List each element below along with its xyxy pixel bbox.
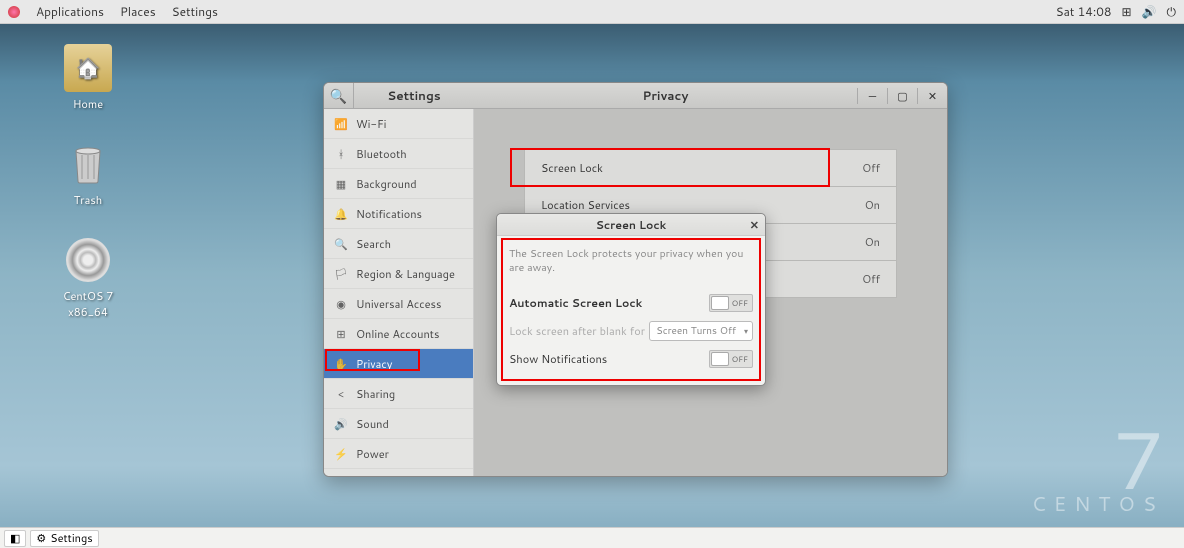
clock[interactable]: Sat 14:08 xyxy=(1056,3,1112,20)
sidebar-item-wifi[interactable]: 📶 Wi-Fi xyxy=(324,109,473,139)
blank-label: Lock screen after blank for xyxy=(509,323,649,339)
sound-icon: 🔊 xyxy=(334,416,348,432)
menu-places[interactable]: Places xyxy=(120,3,156,20)
sidebar-item-label: Universal Access xyxy=(356,296,441,312)
distro-logo-icon xyxy=(8,6,20,18)
centos-watermark: 7 CENTOS xyxy=(1032,426,1164,518)
sidebar-item-label: Sharing xyxy=(356,386,395,402)
desktop-icon-label: Home xyxy=(48,96,128,112)
sidebar-item-label: Network xyxy=(356,476,401,477)
trash-icon xyxy=(64,140,112,188)
dialog-close-button[interactable]: ✕ xyxy=(750,217,759,233)
bottom-taskbar: ◧ ⚙ Settings xyxy=(0,527,1184,548)
notifications-label: Show Notifications xyxy=(509,351,709,367)
menu-settings[interactable]: Settings xyxy=(172,3,218,20)
bluetooth-icon: ᚼ xyxy=(334,146,348,162)
taskbar-show-desktop[interactable]: ◧ xyxy=(4,530,26,547)
search-icon: 🔍 xyxy=(334,236,348,252)
region-language-icon: 🏳 xyxy=(334,266,348,282)
window-close-button[interactable]: ✕ xyxy=(917,88,947,104)
cd-icon xyxy=(64,236,112,284)
sidebar-item-region-language[interactable]: 🏳 Region & Language xyxy=(324,259,473,289)
panel-row-value: On xyxy=(865,197,880,213)
sidebar-item-label: Online Accounts xyxy=(356,326,439,342)
power-icon: ⚡ xyxy=(334,446,348,462)
power-tray-icon[interactable]: ⏻ xyxy=(1167,3,1177,20)
gear-icon: ⚙ xyxy=(36,530,46,546)
top-menu-bar: Applications Places Settings Sat 14:08 ⊞… xyxy=(0,0,1184,24)
sidebar-item-label: Power xyxy=(356,446,389,462)
back-button[interactable]: 🔍 xyxy=(324,83,354,108)
settings-sidebar: 📶 Wi-Fi ᚼ Bluetooth ▦ Background 🔔 Notification… xyxy=(324,109,474,476)
online-accounts-icon: ⊞ xyxy=(334,326,348,342)
panel-title: Privacy xyxy=(474,87,857,104)
sharing-icon: < xyxy=(334,386,348,402)
network-tray-icon[interactable]: ⊞ xyxy=(1121,3,1131,20)
sidebar-item-power[interactable]: ⚡ Power xyxy=(324,439,473,469)
panel-row-label: Screen Lock xyxy=(541,160,862,176)
sidebar-item-label: Background xyxy=(356,176,417,192)
taskbar-app-settings[interactable]: ⚙ Settings xyxy=(30,530,98,547)
auto-lock-toggle[interactable]: OFF xyxy=(709,294,753,312)
sidebar-item-label: Notifications xyxy=(356,206,422,222)
sidebar-title: Settings xyxy=(354,87,474,104)
volume-tray-icon[interactable]: 🔊 xyxy=(1142,3,1157,20)
dialog-description: The Screen Lock protects your privacy wh… xyxy=(509,248,753,275)
sidebar-item-privacy[interactable]: ✋ Privacy xyxy=(324,349,473,379)
menu-applications[interactable]: Applications xyxy=(36,3,104,20)
sidebar-item-label: Sound xyxy=(356,416,389,432)
dialog-row-blank: Lock screen after blank for Screen Turns… xyxy=(509,317,753,345)
wifi-icon: 📶 xyxy=(334,116,348,132)
panel-row-value: Off xyxy=(862,271,880,287)
window-minimize-button[interactable]: — xyxy=(857,88,887,104)
sidebar-item-label: Bluetooth xyxy=(356,146,407,162)
desktop-icon-trash[interactable]: Trash xyxy=(48,140,128,208)
dialog-header: Screen Lock ✕ xyxy=(497,214,765,236)
panel-row[interactable]: Screen LockOff xyxy=(524,149,897,187)
folder-icon xyxy=(64,44,112,92)
dialog-title: Screen Lock xyxy=(596,217,667,233)
network-icon: ⊕ xyxy=(334,476,348,477)
screen-lock-dialog: Screen Lock ✕ The Screen Lock protects y… xyxy=(496,213,766,386)
background-icon: ▦ xyxy=(334,176,348,192)
notifications-toggle[interactable]: OFF xyxy=(709,350,753,368)
notifications-icon: 🔔 xyxy=(334,206,348,222)
desktop-icon-label: Trash xyxy=(48,192,128,208)
sidebar-item-bluetooth[interactable]: ᚼ Bluetooth xyxy=(324,139,473,169)
desktop-icon-home[interactable]: Home xyxy=(48,44,128,112)
desktop-icon-cd[interactable]: CentOS 7 x86_64 xyxy=(48,236,128,320)
sidebar-item-online-accounts[interactable]: ⊞ Online Accounts xyxy=(324,319,473,349)
sidebar-item-universal-access[interactable]: ◉ Universal Access xyxy=(324,289,473,319)
sidebar-item-label: Privacy xyxy=(356,356,392,372)
sidebar-item-search[interactable]: 🔍 Search xyxy=(324,229,473,259)
sidebar-item-label: Region & Language xyxy=(356,266,455,282)
privacy-icon: ✋ xyxy=(334,356,348,372)
desktop-icon-label: CentOS 7 x86_64 xyxy=(48,288,128,320)
sidebar-item-label: Wi-Fi xyxy=(356,116,386,132)
sidebar-item-sound[interactable]: 🔊 Sound xyxy=(324,409,473,439)
dialog-row-notifications: Show Notifications OFF xyxy=(509,345,753,373)
dialog-row-auto-lock: Automatic Screen Lock OFF xyxy=(509,289,753,317)
auto-lock-label: Automatic Screen Lock xyxy=(509,295,709,311)
panel-row-value: Off xyxy=(862,160,880,176)
sidebar-item-background[interactable]: ▦ Background xyxy=(324,169,473,199)
window-header: 🔍 Settings Privacy — ▢ ✕ xyxy=(324,83,947,109)
panel-row-value: On xyxy=(865,234,880,250)
blank-dropdown[interactable]: Screen Turns Off xyxy=(649,321,753,341)
sidebar-item-network[interactable]: ⊕ Network xyxy=(324,469,473,476)
window-maximize-button[interactable]: ▢ xyxy=(887,88,917,104)
panel-row-label: Location Services xyxy=(541,197,865,213)
sidebar-item-label: Search xyxy=(356,236,391,252)
sidebar-item-sharing[interactable]: < Sharing xyxy=(324,379,473,409)
sidebar-item-notifications[interactable]: 🔔 Notifications xyxy=(324,199,473,229)
universal-access-icon: ◉ xyxy=(334,296,348,312)
